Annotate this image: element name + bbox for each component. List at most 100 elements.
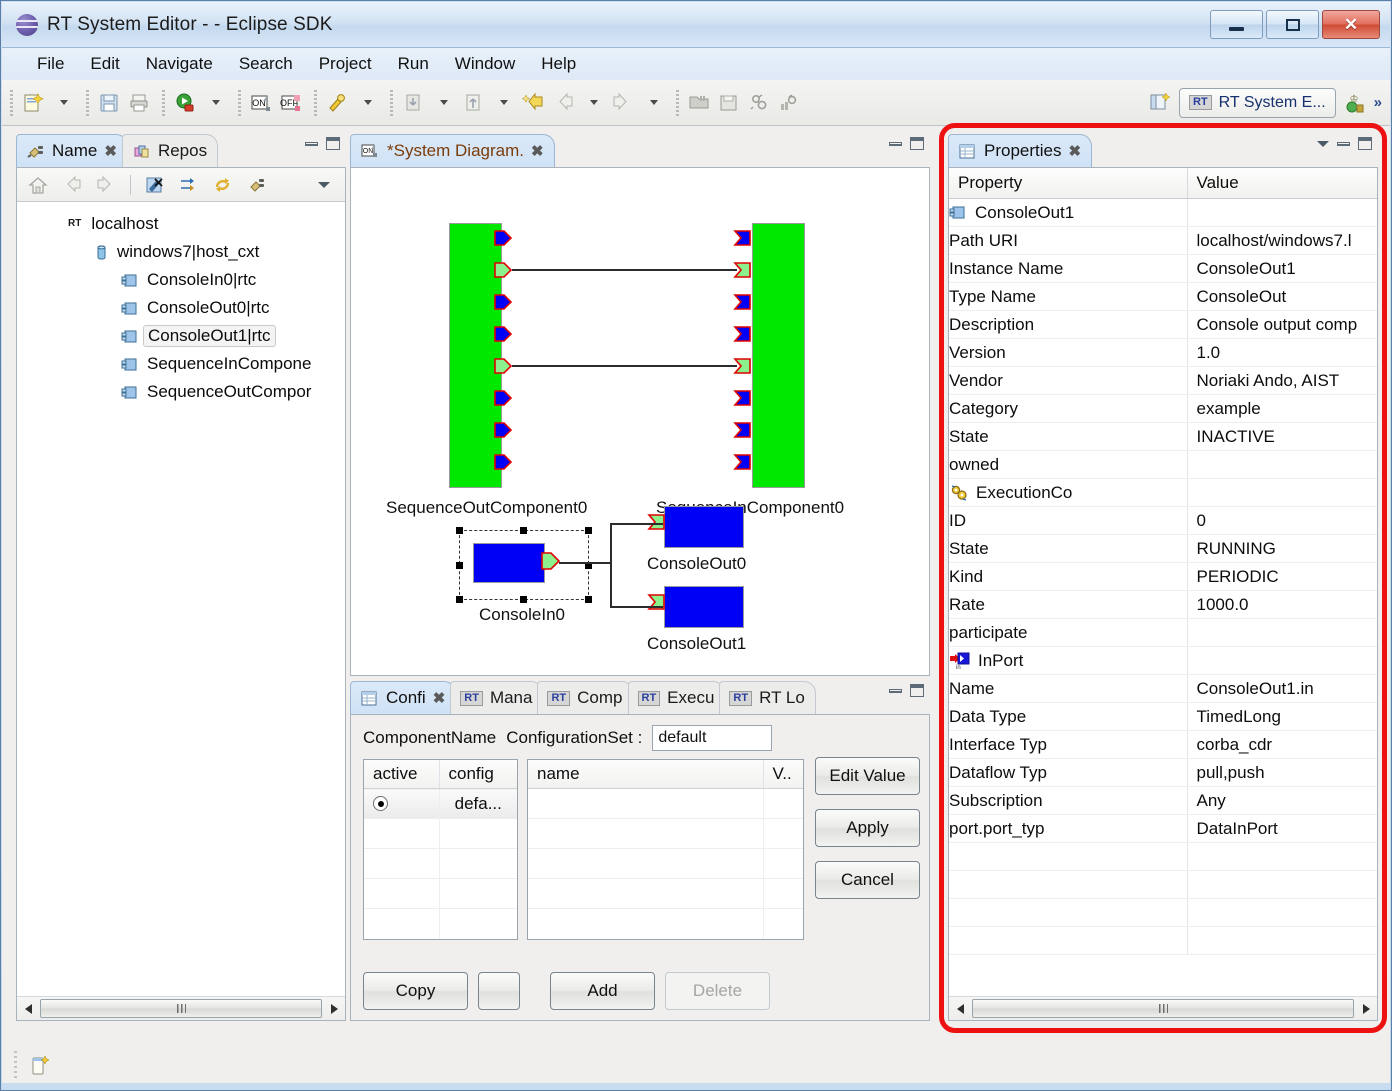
import-icon[interactable] xyxy=(398,88,428,118)
tab-rt-log[interactable]: RT RT Lo xyxy=(719,681,816,714)
tree-item-consoleout0[interactable]: ConsoleOut0|rtc xyxy=(17,294,345,322)
config-parameter-table[interactable]: name V.. xyxy=(527,759,804,940)
component-consoleout1-body[interactable] xyxy=(664,586,744,628)
property-value-cell[interactable]: 1.0 xyxy=(1187,338,1377,367)
col-value[interactable]: V.. xyxy=(763,760,803,789)
table-row[interactable]: Rate 1000.0 xyxy=(949,590,1377,619)
property-value-cell[interactable]: corba_cdr xyxy=(1187,730,1377,759)
forward-icon[interactable] xyxy=(608,88,638,118)
refresh-icon[interactable] xyxy=(208,170,238,200)
table-row[interactable] xyxy=(528,818,803,849)
menu-run[interactable]: Run xyxy=(385,51,442,77)
component-sequenceincomponent0-body[interactable] xyxy=(752,223,805,488)
view-menu-icon[interactable] xyxy=(1317,140,1329,147)
connect-icon[interactable] xyxy=(242,170,272,200)
sequenceoutcomponent0-ports[interactable] xyxy=(494,223,516,489)
property-value-cell[interactable] xyxy=(1187,646,1377,675)
resize-handle-s[interactable] xyxy=(520,596,527,603)
connection-console-stub[interactable] xyxy=(559,562,612,564)
table-row[interactable] xyxy=(364,848,517,879)
scroll-left-icon[interactable] xyxy=(949,998,971,1020)
close-icon[interactable]: ✖ xyxy=(1068,142,1081,160)
col-value[interactable]: Value xyxy=(1187,168,1377,199)
table-row[interactable]: State RUNNING xyxy=(949,534,1377,563)
perspective-switcher-rt-system-editor[interactable]: RT RT System E... xyxy=(1178,87,1336,118)
property-value-cell[interactable]: ConsoleOut xyxy=(1187,282,1377,311)
tab-repository-view[interactable]: Repos xyxy=(121,134,219,167)
sequenceincomponent0-ports[interactable] xyxy=(733,223,755,489)
forward-icon[interactable] xyxy=(91,170,121,200)
close-icon[interactable]: ✖ xyxy=(433,689,446,707)
table-row[interactable]: Dataflow Typ pull,push xyxy=(949,758,1377,787)
back-dropdown-arrow-icon[interactable] xyxy=(578,88,608,118)
property-value-cell[interactable]: Any xyxy=(1187,786,1377,815)
minimize-view-icon[interactable] xyxy=(1337,142,1350,146)
property-value-cell[interactable] xyxy=(1187,450,1377,479)
connection-console-riser[interactable] xyxy=(610,523,612,608)
back-icon[interactable] xyxy=(548,88,578,118)
connection-consolein0-consoleout0[interactable] xyxy=(610,523,663,525)
menu-help[interactable]: Help xyxy=(528,51,589,77)
table-row[interactable]: Kind PERIODIC xyxy=(949,562,1377,591)
menu-navigate[interactable]: Navigate xyxy=(133,51,226,77)
radio-selected-icon[interactable] xyxy=(373,796,388,811)
tree-item-windows7-host-cxt[interactable]: windows7|host_cxt xyxy=(17,238,345,266)
table-row[interactable] xyxy=(528,788,803,819)
menu-search[interactable]: Search xyxy=(226,51,306,77)
print-icon[interactable] xyxy=(124,88,154,118)
table-row[interactable]: defa... xyxy=(364,788,517,819)
quick-fix-icon[interactable] xyxy=(518,88,548,118)
active-radio-cell[interactable] xyxy=(364,788,440,819)
toolbar-grip-5[interactable] xyxy=(314,89,317,116)
property-value-cell[interactable]: Noriaki Ando, AIST xyxy=(1187,366,1377,395)
properties-horizontal-scrollbar[interactable] xyxy=(949,996,1377,1020)
save-system-icon[interactable] xyxy=(714,88,744,118)
table-row[interactable]: participate xyxy=(949,618,1377,647)
table-row[interactable]: Version 1.0 xyxy=(949,338,1377,367)
property-value-cell[interactable]: 0 xyxy=(1187,506,1377,535)
copy-button[interactable]: Copy xyxy=(363,972,468,1010)
cancel-button[interactable]: Cancel xyxy=(815,861,920,899)
property-value-cell[interactable]: ConsoleOut1 xyxy=(1187,254,1377,283)
editor-body[interactable]: SequenceOutComponent0 SequenceInComponen… xyxy=(350,167,930,676)
property-value-cell[interactable] xyxy=(1187,618,1377,647)
menu-project[interactable]: Project xyxy=(306,51,385,77)
col-property[interactable]: Property xyxy=(949,168,1188,199)
open-perspective-icon[interactable] xyxy=(1145,88,1175,118)
table-row[interactable]: Type Name ConsoleOut xyxy=(949,282,1377,311)
new-wizard-icon[interactable] xyxy=(18,88,48,118)
maximize-view-icon[interactable] xyxy=(910,684,924,697)
property-value-cell[interactable]: pull,push xyxy=(1187,758,1377,787)
status-bar-grip[interactable] xyxy=(14,1051,17,1081)
col-active[interactable]: active xyxy=(364,760,440,789)
table-row[interactable] xyxy=(364,908,517,939)
resize-handle-ne[interactable] xyxy=(585,527,592,534)
connection-consolein0-consoleout1[interactable] xyxy=(610,606,663,608)
property-value-cell[interactable] xyxy=(1187,478,1377,507)
table-row[interactable]: Interface Typ corba_cdr xyxy=(949,730,1377,759)
table-row[interactable] xyxy=(364,878,517,909)
tree-item-sequenceincomponent[interactable]: SequenceInCompone xyxy=(17,350,345,378)
toolbar-overflow-icon[interactable]: » xyxy=(1374,94,1382,111)
export-icon[interactable] xyxy=(458,88,488,118)
toolbar-grip-3[interactable] xyxy=(162,89,165,116)
property-value-cell[interactable]: DataInPort xyxy=(1187,814,1377,843)
minimize-view-icon[interactable] xyxy=(305,142,318,146)
property-value-cell[interactable]: localhost/windows7.l xyxy=(1187,226,1377,255)
off-icon[interactable]: OFF xyxy=(276,88,306,118)
tree-item-sequenceoutcomponent[interactable]: SequenceOutCompor xyxy=(17,378,345,406)
table-row[interactable]: Vendor Noriaki Ando, AIST xyxy=(949,366,1377,395)
sync-icon[interactable] xyxy=(174,170,204,200)
tab-name-service[interactable]: Name ✖ xyxy=(16,134,128,167)
resize-handle-nw[interactable] xyxy=(456,527,463,534)
export-dropdown-arrow-icon[interactable] xyxy=(488,88,518,118)
component-consolein0-body[interactable] xyxy=(473,543,545,583)
table-row[interactable]: Path URI localhost/windows7.l xyxy=(949,226,1377,255)
rt-system-diagram-canvas[interactable]: SequenceOutComponent0 SequenceInComponen… xyxy=(351,168,929,675)
new-item-icon[interactable] xyxy=(27,1053,53,1079)
toolbar-grip-2[interactable] xyxy=(86,89,89,116)
unlabeled-button[interactable] xyxy=(478,972,520,1010)
config-name-cell[interactable]: defa... xyxy=(439,788,517,819)
home-icon[interactable] xyxy=(23,170,53,200)
table-row[interactable]: Data Type TimedLong xyxy=(949,702,1377,731)
